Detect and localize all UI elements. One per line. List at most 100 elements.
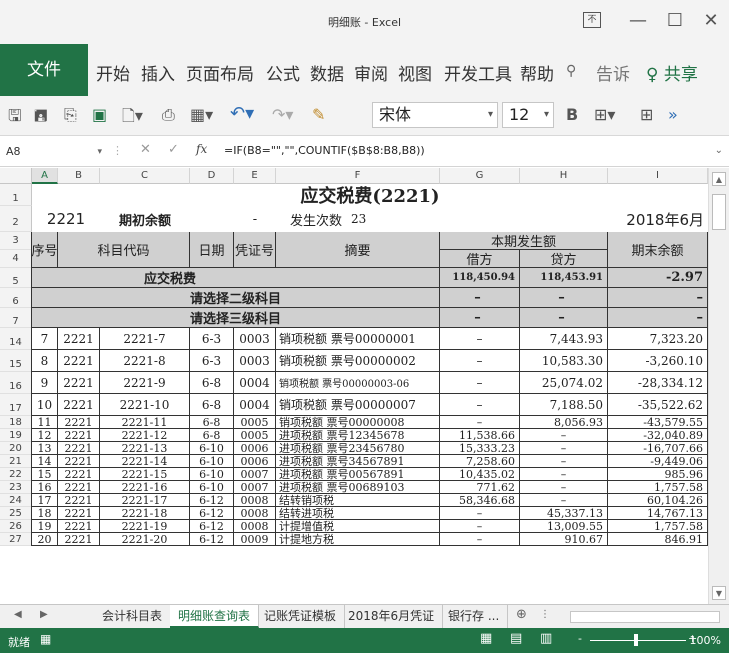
sheet-tab-voucher-template[interactable]: 记账凭证模板: [256, 605, 346, 628]
ledger-cell-summary[interactable]: 销项税额 票号00000007: [276, 394, 440, 416]
ledger-cell-sub[interactable]: 2221-19: [100, 520, 190, 533]
ledger-cell-debit[interactable]: –: [440, 372, 520, 394]
summary-select-label-2[interactable]: 请选择三级科目: [32, 308, 440, 328]
ledger-cell-balance[interactable]: -32,040.89: [608, 429, 708, 442]
ledger-cell-seq[interactable]: 7: [32, 328, 58, 350]
column-header-b[interactable]: B: [58, 168, 100, 184]
ledger-cell-voucher[interactable]: 0003: [234, 350, 276, 372]
ledger-cell-seq[interactable]: 18: [32, 507, 58, 520]
ledger-cell-code[interactable]: 2221: [58, 494, 100, 507]
summary-select-label-1[interactable]: 请选择二级科目: [32, 288, 440, 308]
ledger-cell-voucher[interactable]: 0007: [234, 468, 276, 481]
ledger-cell-credit[interactable]: –: [520, 442, 608, 455]
vertical-scrollbar[interactable]: ▲ ▼: [708, 168, 729, 604]
ledger-cell-debit[interactable]: 10,435.02: [440, 468, 520, 481]
cancel-icon[interactable]: ✕: [140, 142, 151, 157]
row-header-26[interactable]: 26: [0, 520, 32, 533]
share-button[interactable]: ♀ 共享: [646, 60, 698, 85]
ledger-cell-debit[interactable]: 771.62: [440, 481, 520, 494]
ledger-cell-debit[interactable]: –: [440, 328, 520, 350]
row-header-22[interactable]: 22: [0, 468, 32, 481]
close-button[interactable]: ✕: [696, 8, 726, 34]
ledger-cell-code[interactable]: 2221: [58, 429, 100, 442]
ledger-cell-balance[interactable]: -28,334.12: [608, 372, 708, 394]
ledger-cell-credit[interactable]: 10,583.30: [520, 350, 608, 372]
ledger-cell-date[interactable]: 6-8: [190, 372, 234, 394]
tab-page-layout[interactable]: 页面布局: [186, 60, 254, 85]
ledger-cell-voucher[interactable]: 0008: [234, 494, 276, 507]
zoom-slider[interactable]: [590, 640, 686, 641]
page-layout-view-icon[interactable]: ▤: [510, 631, 522, 646]
ledger-cell-voucher[interactable]: 0006: [234, 442, 276, 455]
ledger-cell-code[interactable]: 2221: [58, 455, 100, 468]
ledger-cell-date[interactable]: 6-12: [190, 533, 234, 546]
ledger-cell-seq[interactable]: 14: [32, 455, 58, 468]
name-box[interactable]: A8 ▾: [6, 142, 106, 162]
tab-view[interactable]: 视图: [398, 60, 432, 85]
ledger-cell-balance[interactable]: -35,522.62: [608, 394, 708, 416]
ledger-cell-seq[interactable]: 20: [32, 533, 58, 546]
column-header-a[interactable]: A: [32, 168, 58, 184]
ledger-cell-sub[interactable]: 2221-8: [100, 350, 190, 372]
formula-input[interactable]: =IF(B8="","",COUNTIF($B$8:B8,B8)): [224, 144, 425, 157]
ledger-cell-debit[interactable]: 11,538.66: [440, 429, 520, 442]
row-header-16[interactable]: 16: [0, 372, 32, 394]
row-header-4[interactable]: 4: [0, 250, 32, 268]
tab-formulas[interactable]: 公式: [266, 60, 300, 85]
ledger-cell-seq[interactable]: 16: [32, 481, 58, 494]
row-header-17[interactable]: 17: [0, 394, 32, 416]
ledger-cell-credit[interactable]: 7,443.93: [520, 328, 608, 350]
row-header-23[interactable]: 23: [0, 481, 32, 494]
ledger-cell-balance[interactable]: -9,449.06: [608, 455, 708, 468]
ledger-cell-balance[interactable]: -16,707.66: [608, 442, 708, 455]
ribbon-display-options-icon[interactable]: 不: [583, 12, 601, 28]
zoom-slider-thumb[interactable]: [634, 634, 638, 646]
ledger-cell-date[interactable]: 6-8: [190, 429, 234, 442]
normal-view-icon[interactable]: ▦: [480, 631, 492, 646]
table-icon[interactable]: ▦▾: [190, 105, 213, 124]
row-header-14[interactable]: 14: [0, 328, 32, 350]
ledger-cell-summary[interactable]: 进项税额 票号34567891: [276, 455, 440, 468]
ledger-cell-balance[interactable]: 60,104.26: [608, 494, 708, 507]
ledger-cell-date[interactable]: 6-12: [190, 507, 234, 520]
column-header-d[interactable]: D: [190, 168, 234, 184]
column-header-i[interactable]: I: [608, 168, 708, 184]
ledger-cell-debit[interactable]: –: [440, 533, 520, 546]
ledger-cell-summary[interactable]: 销项税额 票号00000002: [276, 350, 440, 372]
row-header-20[interactable]: 20: [0, 442, 32, 455]
row-header-7[interactable]: 7: [0, 308, 32, 328]
ledger-cell-balance[interactable]: 846.91: [608, 533, 708, 546]
row-header-3[interactable]: 3: [0, 232, 32, 250]
ledger-cell-voucher[interactable]: 0005: [234, 429, 276, 442]
insert-function-icon[interactable]: fx: [196, 142, 207, 156]
ledger-cell-credit[interactable]: –: [520, 494, 608, 507]
ledger-cell-credit[interactable]: –: [520, 468, 608, 481]
search-icon[interactable]: ⚲: [566, 63, 576, 79]
ledger-cell-debit[interactable]: –: [440, 416, 520, 429]
ledger-cell-debit[interactable]: 15,333.23: [440, 442, 520, 455]
ledger-cell-debit[interactable]: –: [440, 520, 520, 533]
row-header-6[interactable]: 6: [0, 288, 32, 308]
sheet-tab-bank[interactable]: 银行存 ...: [440, 605, 509, 628]
ledger-cell-balance[interactable]: 7,323.20: [608, 328, 708, 350]
ledger-cell-seq[interactable]: 10: [32, 394, 58, 416]
ledger-cell-balance[interactable]: 1,757.58: [608, 481, 708, 494]
column-header-g[interactable]: G: [440, 168, 520, 184]
font-name-select[interactable]: 宋体 ▾: [372, 102, 498, 128]
scroll-thumb[interactable]: [712, 194, 726, 230]
ledger-cell-code[interactable]: 2221: [58, 507, 100, 520]
row-header-21[interactable]: 21: [0, 455, 32, 468]
column-header-f[interactable]: F: [276, 168, 440, 184]
ledger-cell-code[interactable]: 2221: [58, 481, 100, 494]
row-header-5[interactable]: 5: [0, 268, 32, 288]
zoom-level[interactable]: 100%: [690, 634, 721, 647]
ledger-cell-voucher[interactable]: 0007: [234, 481, 276, 494]
worksheet-grid[interactable]: A B C D E F G H I 1 2 3 4 5 6 7 14 15 16 17 18 19 20 21 22 23 24 25…: [0, 168, 708, 604]
tab-home[interactable]: 开始: [96, 60, 130, 85]
sheet-tab-accounts[interactable]: 会计科目表: [94, 605, 172, 628]
ledger-cell-voucher[interactable]: 0006: [234, 455, 276, 468]
ledger-cell-summary[interactable]: 进项税额 票号23456780: [276, 442, 440, 455]
sheet-tab-ledger-query[interactable]: 明细账查询表: [170, 605, 260, 628]
ledger-cell-seq[interactable]: 17: [32, 494, 58, 507]
ledger-cell-date[interactable]: 6-10: [190, 481, 234, 494]
